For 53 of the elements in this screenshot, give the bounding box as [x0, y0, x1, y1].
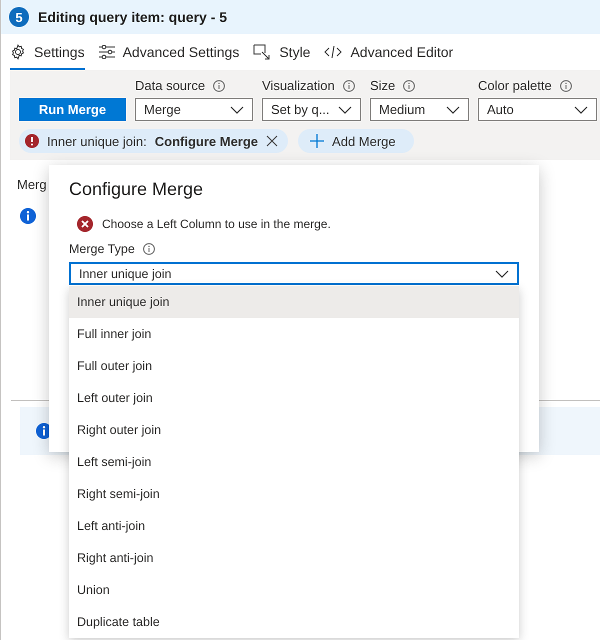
run-merge-button[interactable]: Run Merge: [19, 98, 126, 121]
dropdown-option[interactable]: Duplicate table: [69, 606, 519, 638]
dropdown[interactable]: Set by q...: [262, 98, 361, 121]
panel-title: Editing query item: query - 5: [38, 9, 228, 25]
tab[interactable]: Advanced Editor: [324, 38, 454, 70]
field-label: Merge Type: [69, 242, 135, 256]
chevron-icon: [230, 106, 244, 114]
info-icon: [142, 243, 155, 255]
chevron-icon: [574, 106, 588, 114]
section-label: Merg: [17, 177, 47, 192]
error-icon: [77, 216, 93, 232]
error-message: Choose a Left Column to use in the merge.: [102, 217, 331, 231]
merge-type-dropdown[interactable]: Inner unique join: [69, 262, 519, 285]
field-label: Data source: [135, 78, 206, 93]
dialog-title: Configure Merge: [69, 179, 204, 200]
tab[interactable]: Advanced Settings: [98, 38, 240, 70]
info-icon: [213, 80, 226, 92]
dropdown-option[interactable]: Left anti-join: [69, 510, 519, 542]
resize-box-icon: [253, 44, 272, 60]
dropdown[interactable]: Merge: [135, 98, 253, 121]
dropdown-option[interactable]: Right outer join: [69, 414, 519, 446]
sliders-icon: [98, 45, 115, 59]
merge-type-text: Inner unique join:: [47, 134, 147, 148]
step-badge: 5: [9, 7, 29, 27]
dropdown[interactable]: Medium: [370, 98, 469, 121]
field-label: Visualization: [262, 78, 335, 93]
merge-name: Configure Merge: [154, 134, 258, 148]
error-icon: [25, 134, 39, 148]
dropdown-option[interactable]: Full outer join: [69, 350, 519, 382]
info-icon: [403, 80, 416, 92]
chevron-icon: [338, 106, 352, 114]
code-icon: [324, 45, 342, 59]
dropdown-option[interactable]: Left semi-join: [69, 446, 519, 478]
settings-icon: [10, 44, 26, 60]
dropdown-option[interactable]: Inner unique join: [69, 286, 519, 318]
info-icon: [20, 208, 36, 224]
dropdown-option[interactable]: Right anti-join: [69, 542, 519, 574]
chevron-icon: [495, 270, 509, 278]
chevron-icon: [446, 106, 460, 114]
dropdown-option[interactable]: Left outer join: [69, 382, 519, 414]
merge-chip[interactable]: Inner unique join: Configure Merge: [19, 129, 288, 153]
plus-icon: [310, 134, 324, 148]
close-icon[interactable]: [266, 135, 278, 147]
dropdown-option[interactable]: Full inner join: [69, 318, 519, 350]
dropdown-option[interactable]: Right semi-join: [69, 478, 519, 510]
info-icon: [560, 80, 572, 92]
add-merge-button[interactable]: Add Merge: [298, 129, 414, 153]
field-label: Size: [370, 78, 396, 93]
info-icon: [342, 80, 355, 92]
dropdown[interactable]: Auto: [478, 98, 597, 121]
tab[interactable]: Style: [253, 38, 310, 70]
field-label: Color palette: [478, 78, 552, 93]
dropdown-option[interactable]: Union: [69, 574, 519, 606]
